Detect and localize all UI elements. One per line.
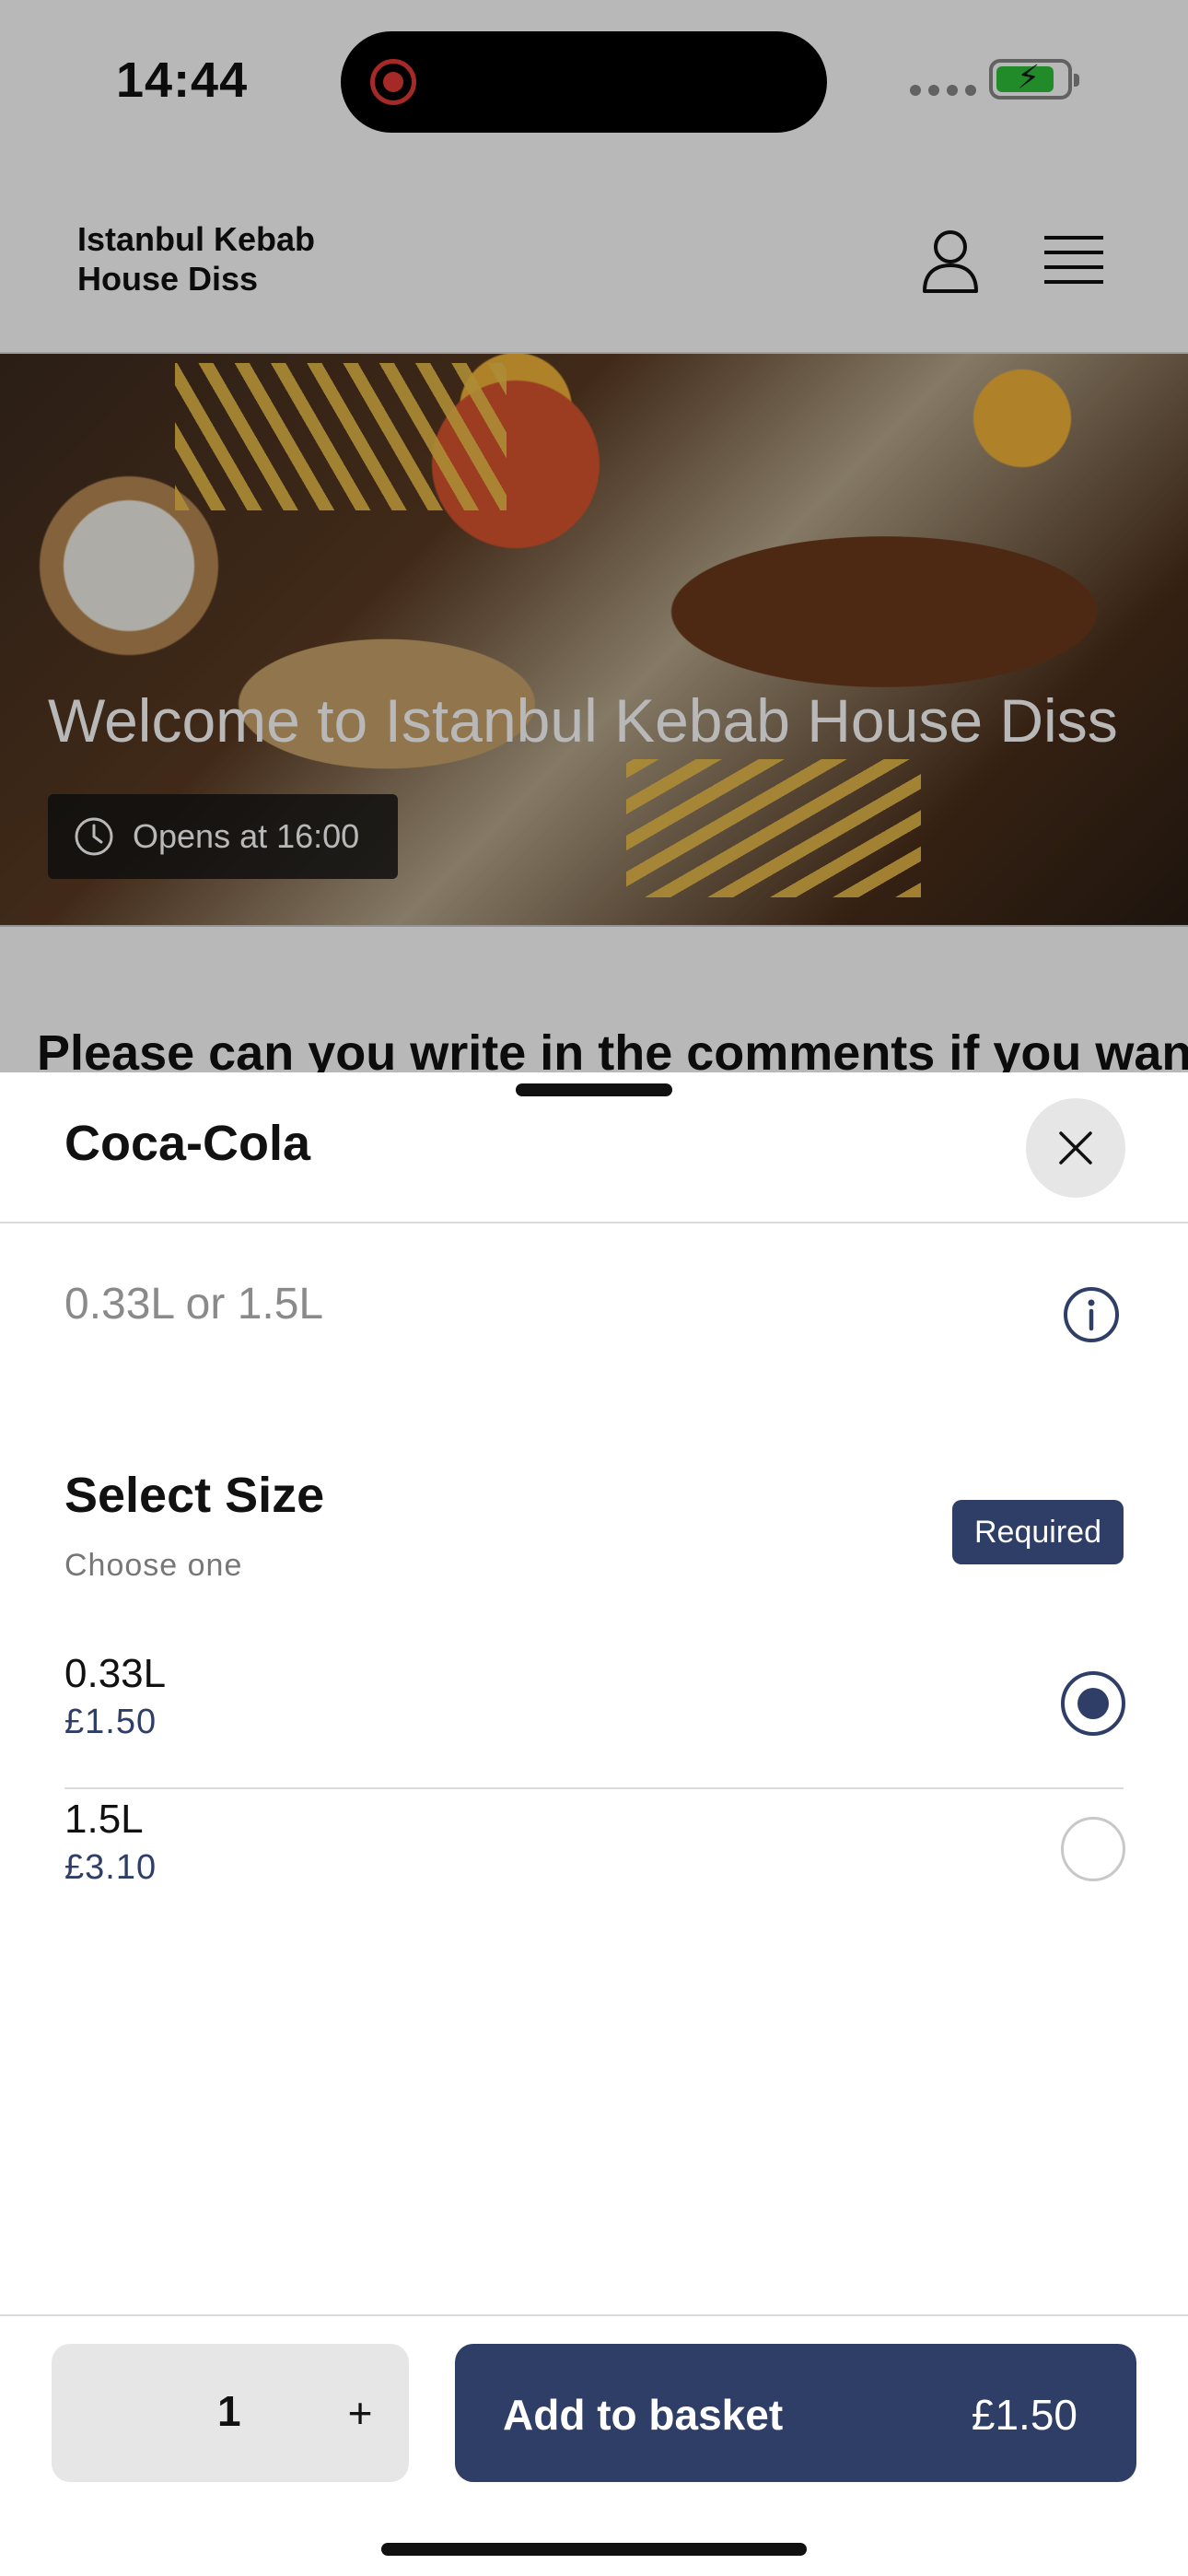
add-to-basket-button[interactable]: Add to basket £1.50 bbox=[455, 2344, 1136, 2482]
footer-divider bbox=[0, 2314, 1188, 2316]
radio-selected[interactable] bbox=[1061, 1671, 1125, 1736]
modal-backdrop[interactable] bbox=[0, 0, 1188, 1072]
sheet-grabber[interactable] bbox=[516, 1083, 672, 1096]
option-group-subtitle: Choose one bbox=[64, 1548, 243, 1583]
quantity-value: 1 bbox=[217, 2387, 241, 2435]
divider bbox=[0, 1222, 1188, 1224]
option-price: £1.50 bbox=[64, 1703, 157, 1741]
product-title: Coca-Cola bbox=[64, 1116, 311, 1171]
add-to-basket-price: £1.50 bbox=[971, 2391, 1077, 2439]
info-icon[interactable] bbox=[1063, 1286, 1120, 1343]
home-indicator[interactable] bbox=[381, 2543, 807, 2556]
required-badge: Required bbox=[952, 1500, 1124, 1564]
size-option-0-33l[interactable]: 0.33L £1.50 bbox=[64, 1651, 1125, 1789]
screen: 14:44 ⚡ Istanbul Kebab House Diss Welcom… bbox=[0, 0, 1188, 2576]
increment-button[interactable]: + bbox=[328, 2381, 392, 2445]
add-to-basket-label: Add to basket bbox=[503, 2391, 784, 2439]
close-button[interactable] bbox=[1026, 1098, 1125, 1198]
option-group-title: Select Size bbox=[64, 1468, 325, 1523]
close-icon bbox=[1059, 1131, 1092, 1165]
option-name: 0.33L bbox=[64, 1651, 167, 1696]
product-sheet: Coca-Cola 0.33L or 1.5L Select Size Choo… bbox=[0, 1072, 1188, 2576]
option-name: 1.5L bbox=[64, 1797, 144, 1842]
quantity-stepper: 1 + bbox=[52, 2344, 409, 2482]
radio-unselected[interactable] bbox=[1061, 1817, 1125, 1881]
product-description: 0.33L or 1.5L bbox=[64, 1280, 324, 1329]
size-option-1-5l[interactable]: 1.5L £3.10 bbox=[64, 1797, 1125, 1935]
option-price: £3.10 bbox=[64, 1848, 157, 1887]
